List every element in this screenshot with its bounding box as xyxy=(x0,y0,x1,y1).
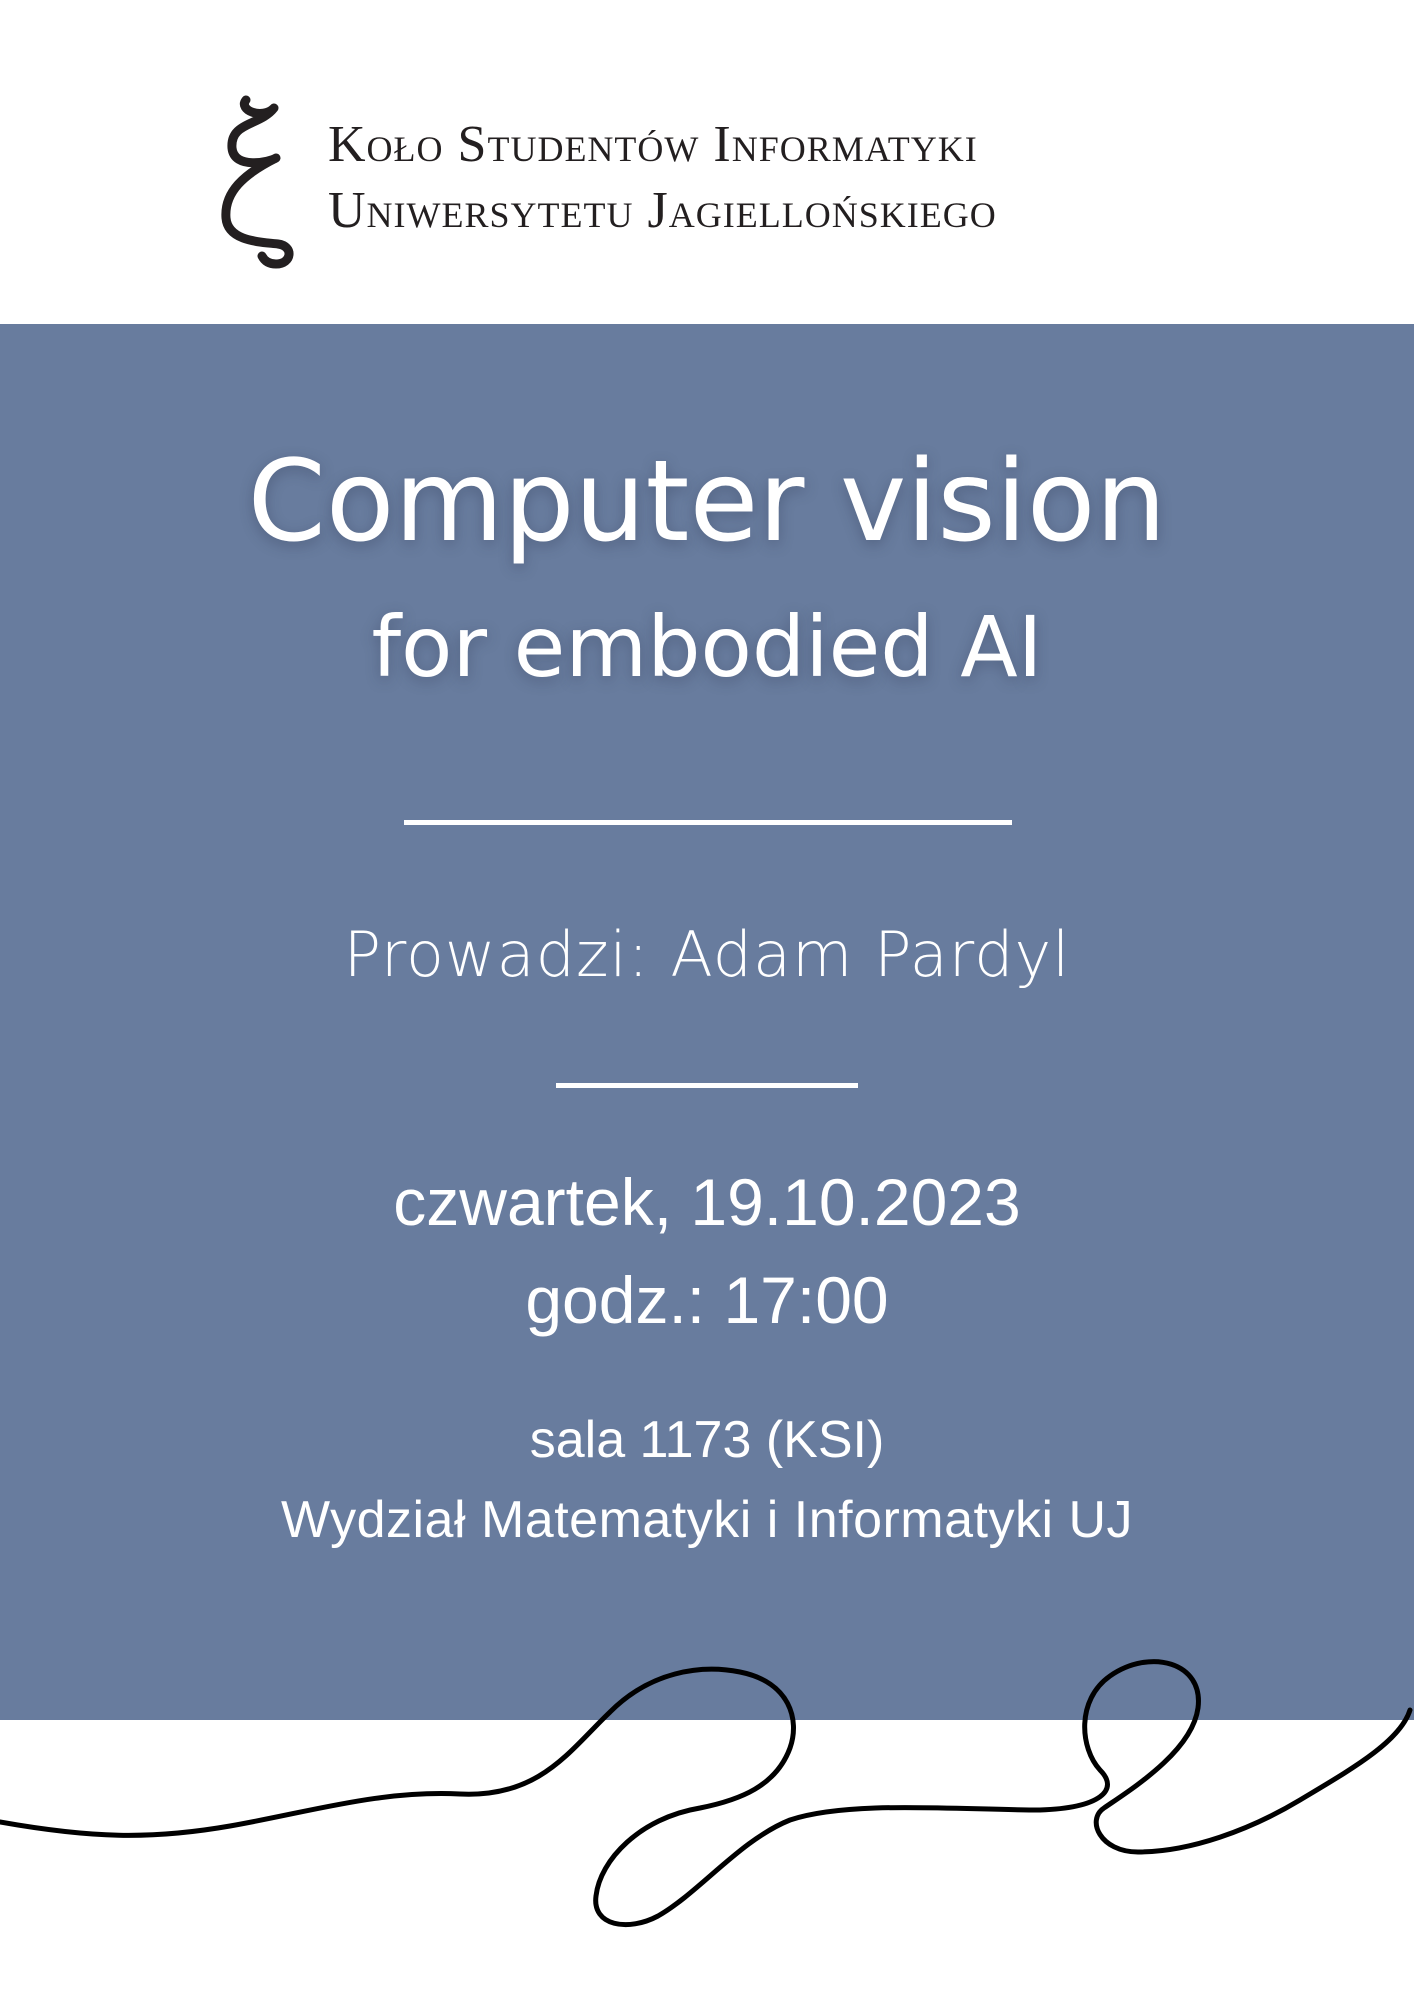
divider-bottom xyxy=(556,1083,858,1088)
presenter: Prowadzi: Adam Pardyl xyxy=(343,918,1071,991)
divider-top xyxy=(404,820,1012,825)
event-faculty: Wydział Matematyki i Informatyki UJ xyxy=(280,1491,1134,1549)
organization-name-line-2: Uniwersytetu Jagiellońskiego xyxy=(328,182,997,239)
xi-letter-icon xyxy=(221,95,294,269)
organization-name: Koło Studentów Informatyki Uniwersytetu … xyxy=(328,112,1328,244)
header: Koło Studentów Informatyki Uniwersytetu … xyxy=(0,0,1414,324)
event-subtitle: for embodied AI xyxy=(371,598,1043,696)
organization-name-line-1: Koło Studentów Informatyki xyxy=(328,116,978,173)
event-room: sala 1173 (KSI) xyxy=(529,1411,885,1469)
event-time: godz.: 17:00 xyxy=(525,1263,889,1337)
decorative-squiggle-line xyxy=(0,1659,1413,1928)
event-date: czwartek, 19.10.2023 xyxy=(393,1165,1021,1239)
event-title: Computer vision xyxy=(247,437,1167,567)
